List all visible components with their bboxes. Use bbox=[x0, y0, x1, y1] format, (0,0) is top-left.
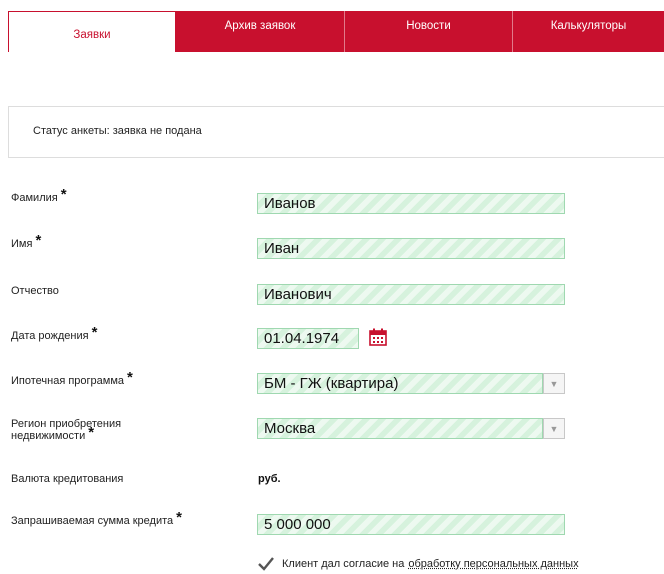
status-box: Статус анкеты: заявка не подана bbox=[8, 106, 664, 158]
personal-data-link[interactable]: обработку персональных данных bbox=[408, 558, 578, 570]
currency-label: Валюта кредитования bbox=[11, 473, 124, 485]
required-mark: * bbox=[60, 186, 67, 203]
program-label: Ипотечная программа * bbox=[11, 369, 133, 387]
region-select[interactable]: Москва bbox=[257, 418, 543, 439]
consent-text: Клиент дал согласие на bbox=[282, 558, 405, 570]
required-mark: * bbox=[88, 424, 95, 441]
birthdate-label: Дата рождения * bbox=[11, 324, 98, 342]
required-mark: * bbox=[35, 232, 42, 249]
consent-row[interactable]: Клиент дал согласие на обработку персона… bbox=[258, 557, 579, 571]
region-dropdown-button[interactable]: ▼ bbox=[543, 418, 565, 439]
main-tabs: Заявки Архив заявок Новости Калькуляторы bbox=[8, 11, 664, 52]
tab-applications[interactable]: Заявки bbox=[8, 11, 176, 52]
calendar-icon[interactable] bbox=[369, 328, 387, 346]
name-label: Имя * bbox=[11, 232, 42, 250]
program-dropdown-button[interactable]: ▼ bbox=[543, 373, 565, 394]
tab-archive[interactable]: Архив заявок bbox=[176, 11, 344, 52]
birthdate-field[interactable]: 01.04.1974 bbox=[257, 328, 359, 349]
required-mark: * bbox=[127, 369, 133, 386]
chevron-down-icon: ▼ bbox=[549, 423, 559, 434]
amount-field[interactable]: 5 000 000 bbox=[257, 514, 565, 535]
surname-field[interactable]: Иванов bbox=[257, 193, 565, 214]
required-mark: * bbox=[176, 509, 182, 526]
program-select[interactable]: БМ - ГЖ (квартира) bbox=[257, 373, 543, 394]
tab-calculators[interactable]: Калькуляторы bbox=[512, 11, 664, 52]
region-label: Регион приобретения недвижимости * bbox=[11, 418, 122, 442]
chevron-down-icon: ▼ bbox=[549, 378, 559, 389]
tab-news[interactable]: Новости bbox=[344, 11, 512, 52]
patronymic-field[interactable]: Иванович bbox=[257, 284, 565, 305]
required-mark: * bbox=[91, 324, 98, 341]
name-field[interactable]: Иван bbox=[257, 238, 565, 259]
amount-label: Запрашиваемая сумма кредита * bbox=[11, 509, 182, 527]
patronymic-label: Отчество bbox=[11, 285, 59, 297]
surname-label: Фамилия * bbox=[11, 186, 67, 204]
currency-value: руб. bbox=[258, 473, 281, 485]
status-text: Статус анкеты: заявка не подана bbox=[33, 125, 202, 137]
checkmark-icon[interactable] bbox=[258, 557, 274, 571]
